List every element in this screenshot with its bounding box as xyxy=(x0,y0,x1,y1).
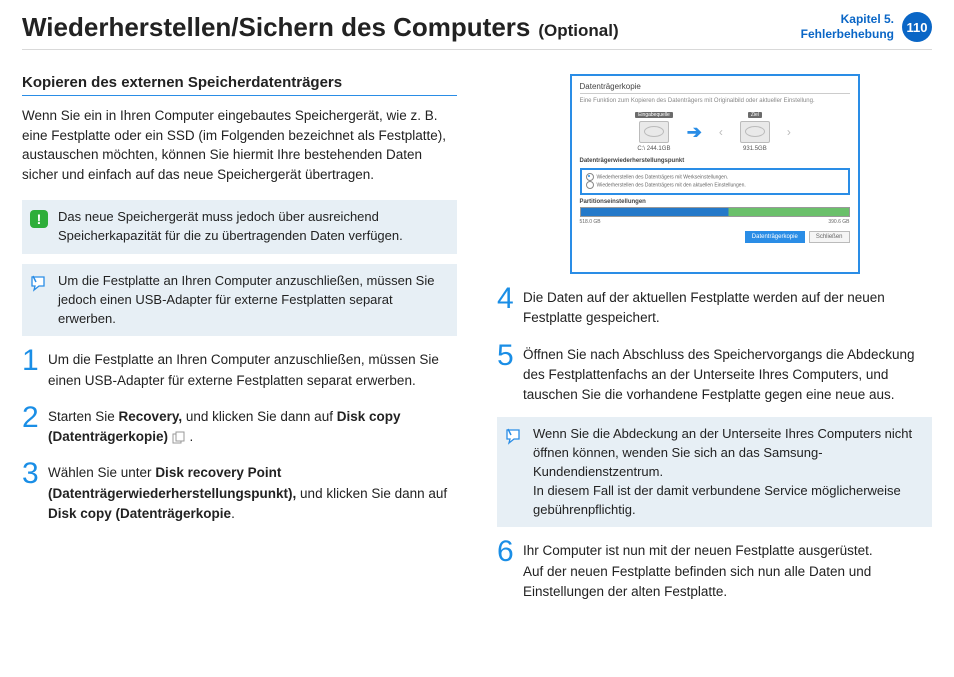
step3-a: Wählen Sie unter xyxy=(48,465,155,480)
step-2-text: Starten Sie Recovery, und klicken Sie da… xyxy=(48,403,457,448)
intro-paragraph: Wenn Sie ein in Ihren Computer eingebaut… xyxy=(22,106,457,184)
step-number: 6 xyxy=(497,537,523,567)
document-page: Wiederherstellen/Sichern des Computers (… xyxy=(0,0,954,677)
page-title: Wiederherstellen/Sichern des Computers xyxy=(22,12,530,43)
ss-opt2: Wiederherstellen des Datenträgers mit de… xyxy=(597,183,746,189)
partition-right-label: 390.6 GB xyxy=(828,219,849,225)
step6-b: Auf der neuen Festplatte befinden sich n… xyxy=(523,564,871,599)
source-top-label: Eingabequelle xyxy=(635,112,673,118)
step2-a: Starten Sie xyxy=(48,409,119,424)
page-number-badge: 110 xyxy=(902,12,932,42)
partition-bar xyxy=(580,207,850,217)
ss-recovery-highlight: Wiederherstellen des Datenträgers mit We… xyxy=(580,168,850,195)
note-icon xyxy=(503,425,525,447)
step2-e: . xyxy=(186,429,194,444)
bottom-note-b: In diesem Fall ist der damit verbundene … xyxy=(533,483,901,517)
step-number: 5 xyxy=(497,341,523,371)
ss-drives-row: Eingabequelle C:\ 244.1GB ➔ ‹ Ziel 931.5… xyxy=(580,112,850,152)
step-3: 3 Wählen Sie unter Disk recovery Point (… xyxy=(22,459,457,524)
step-1: 1 Um die Festplatte an Ihren Computer an… xyxy=(22,346,457,391)
step2-c: und klicken Sie dann auf xyxy=(182,409,337,424)
ss-subtitle: Eine Funktion zum Kopieren des Datenträg… xyxy=(580,98,850,104)
disk-copy-button[interactable]: Datenträgerkopie xyxy=(745,231,805,243)
ss-button-row: Datenträgerkopie Schließen xyxy=(580,231,850,243)
note-text: Um die Festplatte an Ihren Computer anzu… xyxy=(58,272,447,329)
page-title-wrap: Wiederherstellen/Sichern des Computers (… xyxy=(22,12,619,43)
step-3-text: Wählen Sie unter Disk recovery Point (Da… xyxy=(48,459,457,524)
page-title-optional: (Optional) xyxy=(538,21,618,41)
radio-icon[interactable] xyxy=(586,181,594,189)
step6-a: Ihr Computer ist nun mit der neuen Festp… xyxy=(523,543,873,558)
warning-icon xyxy=(28,208,50,230)
chapter-line1: Kapitel 5. xyxy=(801,12,894,27)
chevron-right-icon[interactable]: › xyxy=(784,125,794,139)
section-title: Kopieren des externen Speicherdatenträge… xyxy=(22,74,457,96)
step-4-text: Die Daten auf der aktuellen Festplatte w… xyxy=(523,284,932,329)
step3-d: Disk copy (Datenträgerkopie xyxy=(48,506,231,521)
step-number: 1 xyxy=(22,346,48,376)
step2-b: Recovery, xyxy=(119,409,183,424)
partition-bar-labels: 518.0 GB 390.6 GB xyxy=(580,219,850,225)
bottom-note-callout: Wenn Sie die Abdeckung an der Unterseite… xyxy=(497,417,932,527)
step3-e: . xyxy=(231,506,235,521)
bottom-note-a: Wenn Sie die Abdeckung an der Unterseite… xyxy=(533,426,912,479)
warning-callout: Das neue Speichergerät muss jedoch über … xyxy=(22,200,457,254)
left-column: Kopieren des externen Speicherdatenträge… xyxy=(22,74,457,614)
target-top-label: Ziel xyxy=(748,112,762,118)
hard-drive-icon xyxy=(740,121,770,143)
step-1-text: Um die Festplatte an Ihren Computer anzu… xyxy=(48,346,457,391)
step-6-text: Ihr Computer ist nun mit der neuen Festp… xyxy=(523,537,932,602)
source-size-label: C:\ 244.1GB xyxy=(637,146,670,152)
target-drive-box: Ziel 931.5GB xyxy=(740,112,770,152)
step-5-text: Öffnen Sie nach Abschluss des Speichervo… xyxy=(523,341,932,406)
bottom-note-inner: Wenn Sie die Abdeckung an der Unterseite… xyxy=(533,425,922,519)
ss-recovery-heading: Datenträgerwiederherstellungspunkt xyxy=(580,158,850,164)
chapter-label: Kapitel 5. Fehlerbehebung xyxy=(801,12,894,42)
note-callout: Um die Festplatte an Ihren Computer anzu… xyxy=(22,264,457,337)
step-5: 5 Öffnen Sie nach Abschluss des Speicher… xyxy=(497,341,932,406)
step-number: 2 xyxy=(22,403,48,433)
step-4: 4 Die Daten auf der aktuellen Festplatte… xyxy=(497,284,932,329)
close-button[interactable]: Schließen xyxy=(809,231,850,243)
disk-copy-screenshot: Datenträgerkopie Eine Funktion zum Kopie… xyxy=(570,74,860,274)
step-6: 6 Ihr Computer ist nun mit der neuen Fes… xyxy=(497,537,932,602)
arrow-right-icon: ➔ xyxy=(687,122,702,143)
right-column: Datenträgerkopie Eine Funktion zum Kopie… xyxy=(497,74,932,614)
hard-drive-icon xyxy=(639,121,669,143)
chapter-line2: Fehlerbehebung xyxy=(801,27,894,42)
target-size-label: 931.5GB xyxy=(743,146,767,152)
warning-text: Das neue Speichergerät muss jedoch über … xyxy=(58,208,447,246)
ss-window-title: Datenträgerkopie xyxy=(580,82,850,94)
page-header: Wiederherstellen/Sichern des Computers (… xyxy=(22,12,932,50)
content-columns: Kopieren des externen Speicherdatenträge… xyxy=(22,74,932,614)
ss-opt1: Wiederherstellen des Datenträgers mit We… xyxy=(597,174,729,180)
ss-partition-heading: Partitionseinstellungen xyxy=(580,199,850,205)
note-icon xyxy=(28,272,50,294)
header-right: Kapitel 5. Fehlerbehebung 110 xyxy=(801,12,932,42)
step-number: 3 xyxy=(22,459,48,489)
ss-opt1-row[interactable]: Wiederherstellen des Datenträgers mit We… xyxy=(586,173,844,181)
step-2: 2 Starten Sie Recovery, und klicken Sie … xyxy=(22,403,457,448)
radio-icon[interactable] xyxy=(586,173,594,181)
chevron-left-icon[interactable]: ‹ xyxy=(716,125,726,139)
source-drive-box: Eingabequelle C:\ 244.1GB xyxy=(635,112,673,152)
step-number: 4 xyxy=(497,284,523,314)
step3-c: und klicken Sie dann auf xyxy=(296,486,447,501)
partition-left-label: 518.0 GB xyxy=(580,219,601,225)
ss-opt2-row[interactable]: Wiederherstellen des Datenträgers mit de… xyxy=(586,181,844,189)
disk-copy-icon xyxy=(172,431,186,445)
